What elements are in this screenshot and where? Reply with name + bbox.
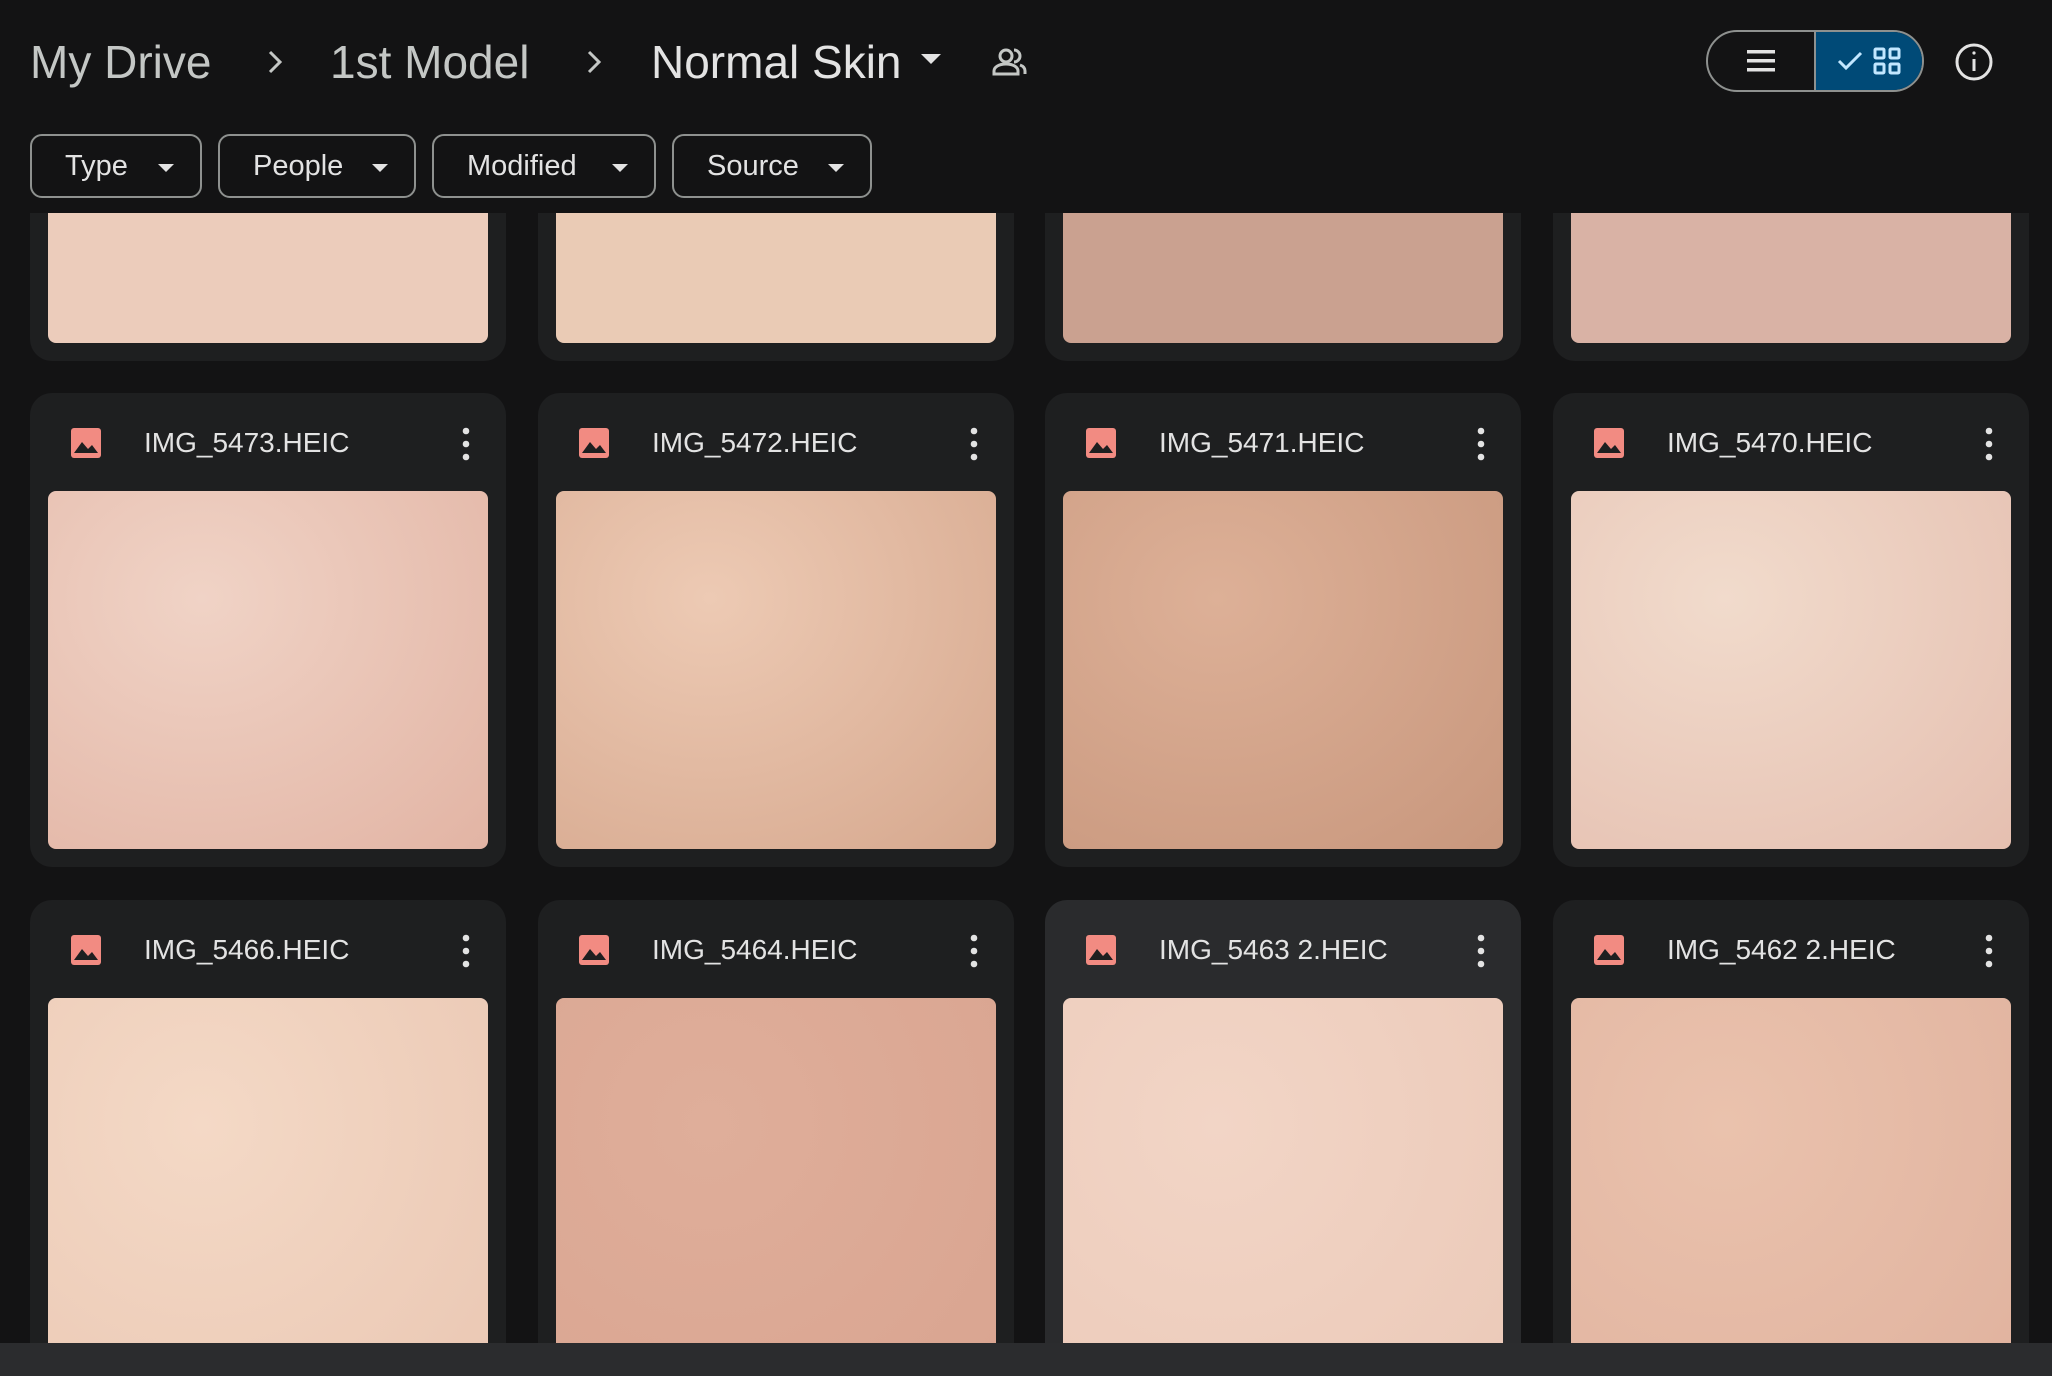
grid-icon [1873,47,1901,75]
file-card[interactable] [538,213,1014,361]
dropdown-arrow-icon [158,164,174,172]
caret-down-icon[interactable] [920,52,942,71]
dropdown-arrow-icon [828,164,844,172]
file-name: IMG_5472.HEIC [652,427,858,458]
chevron-right-icon [584,46,604,78]
list-icon [1747,50,1775,72]
file-thumbnail[interactable] [556,213,996,343]
filter-type-chip[interactable]: Type [30,134,202,198]
file-card[interactable] [1553,213,2029,361]
check-icon [1837,51,1863,71]
file-thumbnail[interactable] [556,491,996,849]
more-options-icon[interactable] [1477,934,1485,968]
image-file-icon [70,427,102,459]
more-options-icon[interactable] [1477,427,1485,461]
filter-label: People [253,149,344,182]
filter-label: Source [707,149,799,182]
more-options-icon[interactable] [1985,427,1993,461]
image-file-icon [1085,427,1117,459]
image-file-icon [578,427,610,459]
file-thumbnail[interactable] [1063,213,1503,343]
image-file-icon [578,934,610,966]
file-card[interactable]: IMG_5470.HEIC [1553,393,2029,867]
file-card[interactable]: IMG_5464.HEIC [538,900,1014,1343]
more-options-icon[interactable] [462,427,470,461]
more-options-icon[interactable] [970,427,978,461]
file-card[interactable]: IMG_5473.HEIC [30,393,506,867]
dropdown-arrow-icon [612,164,628,172]
file-card[interactable]: IMG_5472.HEIC [538,393,1014,867]
filter-people-chip[interactable]: People [218,134,416,198]
file-thumbnail[interactable] [48,491,488,849]
file-name: IMG_5466.HEIC [144,934,350,965]
filter-source-chip[interactable]: Source [672,134,872,198]
image-file-icon [1593,427,1625,459]
chevron-right-icon [265,46,285,78]
file-card[interactable] [30,213,506,361]
more-options-icon[interactable] [462,934,470,968]
file-thumbnail[interactable] [48,998,488,1343]
breadcrumb-my-drive[interactable]: My Drive [30,34,211,90]
file-thumbnail[interactable] [1571,998,2011,1343]
image-file-icon [1085,934,1117,966]
list-view-button[interactable] [1708,32,1816,90]
file-name: IMG_5464.HEIC [652,934,858,965]
image-file-icon [1593,934,1625,966]
file-grid: IMG_5473.HEIC IMG_5472.HEIC IMG_5471.HEIC I… [0,213,2052,1343]
file-thumbnail[interactable] [48,213,488,343]
file-thumbnail[interactable] [1571,491,2011,849]
grid-view-button[interactable] [1816,32,1922,90]
file-card[interactable]: IMG_5462 2.HEIC [1553,900,2029,1343]
top-bar: My Drive 1st Model Normal Skin [0,0,2052,124]
file-thumbnail[interactable] [1063,491,1503,849]
more-options-icon[interactable] [1985,934,1993,968]
file-name: IMG_5470.HEIC [1667,427,1873,458]
file-name: IMG_5462 2.HEIC [1667,934,1896,965]
file-thumbnail[interactable] [1571,213,2011,343]
file-name: IMG_5463 2.HEIC [1159,934,1388,965]
breadcrumb-current-folder[interactable]: Normal Skin [651,34,902,90]
filter-label: Type [65,149,128,182]
info-icon[interactable] [1952,40,1996,84]
file-name: IMG_5471.HEIC [1159,427,1365,458]
file-thumbnail[interactable] [556,998,996,1343]
file-thumbnail[interactable] [1063,998,1503,1343]
file-name: IMG_5473.HEIC [144,427,350,458]
horizontal-scrollbar[interactable] [0,1343,2052,1376]
breadcrumb-1st-model[interactable]: 1st Model [330,34,529,90]
file-card[interactable]: IMG_5471.HEIC [1045,393,1521,867]
shared-people-icon [992,44,1028,85]
more-options-icon[interactable] [970,934,978,968]
view-toggle [1706,30,1924,92]
file-card[interactable]: IMG_5466.HEIC [30,900,506,1343]
filter-label: Modified [467,149,577,182]
file-card[interactable]: IMG_5463 2.HEIC [1045,900,1521,1343]
filter-modified-chip[interactable]: Modified [432,134,656,198]
image-file-icon [70,934,102,966]
dropdown-arrow-icon [372,164,388,172]
file-card[interactable] [1045,213,1521,361]
